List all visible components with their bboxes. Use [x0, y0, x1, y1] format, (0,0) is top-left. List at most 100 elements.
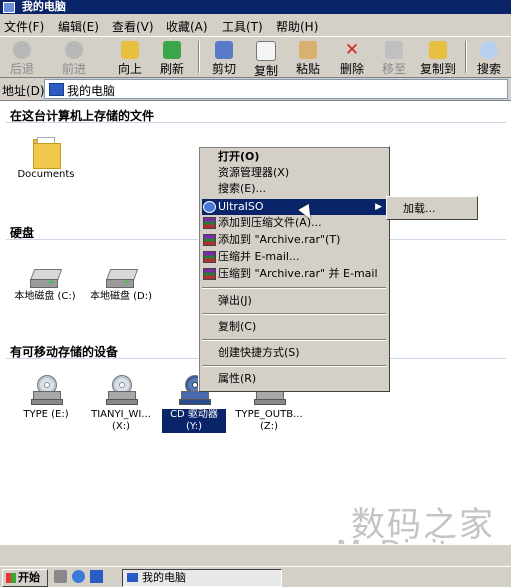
disk-c-label: 本地磁盘 (C:): [14, 291, 76, 302]
address-bar: 地址(D) 我的电脑: [0, 78, 511, 101]
copy-icon: [256, 41, 276, 61]
winrar-icon: [203, 234, 216, 246]
copy-to-icon: [429, 41, 447, 59]
drive-x[interactable]: TIANYI_WI... (X:): [84, 375, 158, 433]
status-bar: [0, 544, 511, 566]
section-divider: [6, 122, 506, 123]
quicklaunch-ie-icon[interactable]: [72, 570, 85, 583]
drive-z-name: TYPE_OUTB...: [235, 409, 303, 420]
menu-search[interactable]: 搜索(E)...: [202, 181, 386, 197]
drive-x-name: TIANYI_WI...: [91, 409, 151, 420]
drive-e-label: TYPE (E:): [23, 409, 69, 420]
documents-label: Documents: [17, 169, 75, 180]
window-title: 我的电脑: [21, 0, 66, 13]
winrar-icon: [203, 251, 216, 263]
cut-button[interactable]: 剪切: [204, 39, 244, 76]
start-label: 开始: [18, 571, 40, 584]
move-to-icon: [385, 41, 403, 59]
disk-c[interactable]: 本地磁盘 (C:): [8, 267, 82, 303]
back-button[interactable]: 后退: [2, 39, 42, 76]
drive-y-name: CD 驱动器: [162, 409, 226, 421]
search-button[interactable]: 搜索: [469, 39, 509, 76]
computer-icon: [49, 83, 64, 96]
up-button[interactable]: 向上: [110, 39, 150, 76]
quicklaunch-desktop-icon[interactable]: [90, 570, 103, 583]
hard-disk-icon: [29, 267, 63, 289]
documents-folder[interactable]: Documents: [14, 137, 78, 181]
ultraiso-submenu: 加载...: [386, 196, 478, 220]
toolbar-separator: [465, 41, 467, 73]
menu-separator: [202, 313, 386, 315]
context-menu: 打开(O) 资源管理器(X) 搜索(E)... UltraISO ▶ 添加到压缩…: [198, 146, 390, 392]
start-button[interactable]: 开始: [2, 569, 48, 587]
menu-add-rar[interactable]: 添加到 "Archive.rar"(T): [202, 232, 386, 248]
menu-favorites[interactable]: 收藏(A): [166, 18, 208, 35]
menu-bar: 文件(F) 编辑(E) 查看(V) 收藏(A) 工具(T) 帮助(H): [0, 14, 511, 37]
menu-compress-rar-email[interactable]: 压缩到 "Archive.rar" 并 E-mail: [202, 266, 386, 282]
menu-create-shortcut[interactable]: 创建快捷方式(S): [202, 345, 386, 361]
menu-explorer[interactable]: 资源管理器(X): [202, 165, 386, 181]
drive-x-letter: (X:): [111, 421, 131, 432]
ultraiso-icon: [203, 201, 216, 213]
taskbar-window-button[interactable]: 我的电脑: [122, 569, 282, 587]
toolbar-separator: [198, 41, 200, 73]
menu-open[interactable]: 打开(O): [202, 149, 386, 165]
copy-to-button[interactable]: 复制到: [418, 39, 458, 76]
taskbar-window-label: 我的电脑: [142, 571, 186, 584]
menu-add-archive[interactable]: 添加到压缩文件(A)...: [202, 215, 386, 231]
delete-button[interactable]: ✕ 删除: [332, 39, 372, 76]
menu-ultraiso[interactable]: UltraISO ▶: [202, 199, 386, 215]
cd-drive-icon: [31, 375, 63, 407]
delete-x-icon: ✕: [344, 40, 360, 60]
windows-logo-icon: [6, 573, 16, 583]
title-bar: 我的电脑: [0, 0, 511, 14]
winrar-icon: [203, 268, 216, 280]
menu-tools[interactable]: 工具(T): [222, 18, 263, 35]
menu-copy[interactable]: 复制(C): [202, 319, 386, 335]
refresh-button[interactable]: 刷新: [152, 39, 192, 76]
drive-z-letter: (Z:): [259, 421, 279, 432]
toolbar: 后退 前进 向上 刷新 剪切 复制 粘贴 ✕ 删除 移至 复制到 搜索: [0, 37, 511, 78]
folder-icon: [33, 137, 61, 169]
forward-button[interactable]: 前进: [54, 39, 94, 76]
up-folder-icon: [121, 41, 139, 59]
menu-help[interactable]: 帮助(H): [276, 18, 318, 35]
menu-separator: [202, 365, 386, 367]
disk-d[interactable]: 本地磁盘 (D:): [84, 267, 158, 303]
scissors-icon: [215, 41, 233, 59]
paste-button[interactable]: 粘贴: [288, 39, 328, 76]
computer-icon: [3, 2, 15, 13]
menu-file[interactable]: 文件(F): [4, 18, 44, 35]
taskbar: 开始 我的电脑: [0, 566, 511, 587]
drive-y-letter: (Y:): [162, 421, 226, 433]
menu-compress-email[interactable]: 压缩并 E-mail...: [202, 249, 386, 265]
menu-compress-rar-email-label: 压缩到 "Archive.rar" 并 E-mail: [218, 267, 378, 280]
paste-icon: [299, 41, 317, 59]
search-icon: [480, 41, 498, 59]
back-arrow-icon: [13, 41, 31, 59]
refresh-icon: [163, 41, 181, 59]
menu-separator: [202, 339, 386, 341]
menu-separator: [202, 287, 386, 289]
computer-icon: [127, 573, 138, 582]
menu-compress-email-label: 压缩并 E-mail...: [218, 250, 300, 263]
disk-d-label: 本地磁盘 (D:): [89, 291, 153, 302]
cd-drive-icon: [106, 375, 138, 407]
move-to-button[interactable]: 移至: [374, 39, 414, 76]
hard-disk-icon: [105, 267, 139, 289]
menu-edit[interactable]: 编辑(E): [58, 18, 99, 35]
submenu-load[interactable]: 加载...: [403, 200, 436, 216]
forward-arrow-icon: [65, 41, 83, 59]
winrar-icon: [203, 217, 216, 229]
menu-properties[interactable]: 属性(R): [202, 371, 386, 387]
menu-eject[interactable]: 弹出(J): [202, 293, 386, 309]
drive-e[interactable]: TYPE (E:): [14, 375, 78, 421]
address-label: 地址(D): [2, 84, 45, 98]
submenu-arrow-icon: ▶: [375, 202, 382, 212]
menu-ultraiso-label: UltraISO: [218, 200, 264, 213]
quicklaunch-tool-icon[interactable]: [54, 570, 67, 583]
menu-view[interactable]: 查看(V): [112, 18, 154, 35]
copy-button[interactable]: 复制: [246, 39, 286, 78]
address-value: 我的电脑: [67, 84, 116, 98]
address-input[interactable]: 我的电脑: [44, 79, 508, 99]
